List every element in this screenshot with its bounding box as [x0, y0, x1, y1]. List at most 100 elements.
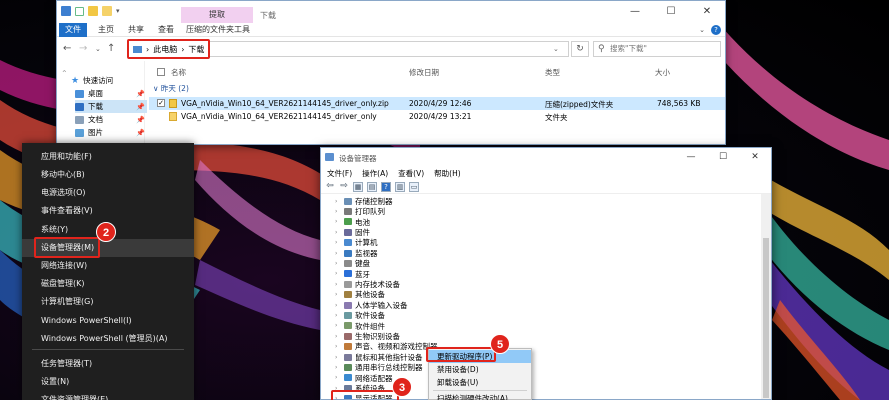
- tree-item[interactable]: › 打印队列: [335, 206, 385, 216]
- expand-chevron-icon[interactable]: ›: [335, 333, 341, 340]
- tree-item[interactable]: › 监视器: [335, 248, 378, 258]
- row-checkbox[interactable]: ✓: [157, 99, 165, 107]
- menu-item-disk-management[interactable]: 磁盘管理(K): [22, 275, 194, 293]
- show-hide-console-tree-icon[interactable]: ▦: [353, 181, 363, 192]
- expand-chevron-icon[interactable]: ›: [335, 260, 341, 267]
- back-arrow-icon[interactable]: ⇦: [325, 181, 335, 192]
- recent-dropdown-icon[interactable]: ⌄: [95, 45, 101, 53]
- nav-desktop[interactable]: 桌面 📌: [75, 87, 147, 100]
- tree-item[interactable]: › 网络适配器: [335, 373, 393, 383]
- expand-chevron-icon[interactable]: ›: [335, 208, 341, 215]
- tree-item[interactable]: › 鼠标和其他指针设备: [335, 352, 423, 362]
- tab-compressed-folder-tools[interactable]: 压缩的文件夹工具: [185, 23, 251, 37]
- menu-view[interactable]: 查看(V): [398, 168, 424, 179]
- expand-chevron-icon[interactable]: ›: [335, 270, 341, 277]
- search-input[interactable]: ⚲ 搜索"下载": [593, 41, 721, 57]
- table-row[interactable]: ✓ VGA_nVidia_Win10_64_VER2621144145_driv…: [149, 97, 725, 110]
- expand-chevron-icon[interactable]: ›: [335, 250, 341, 257]
- address-dropdown-icon[interactable]: ⌄: [553, 45, 559, 53]
- menu-item-file-explorer[interactable]: 文件资源管理器(E): [22, 391, 194, 400]
- tab-file[interactable]: 文件: [59, 23, 87, 37]
- view-details-icon[interactable]: ▥: [395, 181, 405, 192]
- menu-item-powershell[interactable]: Windows PowerShell(I): [22, 312, 194, 330]
- close-button[interactable]: ✕: [739, 148, 771, 166]
- tab-share[interactable]: 共享: [125, 23, 147, 37]
- breadcrumb[interactable]: › 此电脑 › 下载: [127, 39, 211, 59]
- extract-context-tab[interactable]: 提取: [181, 7, 253, 23]
- tree-item[interactable]: › 内存技术设备: [335, 279, 400, 289]
- menu-help[interactable]: 帮助(H): [434, 168, 461, 179]
- column-size[interactable]: 大小: [655, 67, 670, 78]
- scrollbar-thumb[interactable]: [763, 238, 769, 398]
- table-row[interactable]: VGA_nVidia_Win10_64_VER2621144145_driver…: [149, 110, 725, 123]
- back-arrow-icon[interactable]: ←: [63, 43, 71, 54]
- expand-chevron-icon[interactable]: ›: [335, 281, 341, 288]
- new-folder-icon[interactable]: [88, 6, 98, 16]
- menu-item-event-viewer[interactable]: 事件查看器(V): [22, 202, 194, 220]
- minimize-button[interactable]: —: [675, 148, 707, 166]
- tree-item[interactable]: › 软件设备: [335, 310, 385, 320]
- tree-item[interactable]: › 生物识别设备: [335, 331, 400, 341]
- nav-quick-access[interactable]: ★ 快速访问: [71, 74, 143, 87]
- menu-item-computer-management[interactable]: 计算机管理(G): [22, 293, 194, 311]
- menu-file[interactable]: 文件(F): [327, 168, 352, 179]
- menu-item-disable-device[interactable]: 禁用设备(D): [429, 363, 531, 376]
- tree-item[interactable]: › 固件: [335, 227, 370, 237]
- menu-item-uninstall-device[interactable]: 卸载设备(U): [429, 376, 531, 389]
- menu-item-network-connections[interactable]: 网络连接(W): [22, 257, 194, 275]
- breadcrumb-this-pc[interactable]: 此电脑: [153, 44, 177, 55]
- tab-view[interactable]: 查看: [155, 23, 177, 37]
- menu-item-apps-features[interactable]: 应用和功能(F): [22, 148, 194, 166]
- menu-action[interactable]: 操作(A): [362, 168, 388, 179]
- close-button[interactable]: ✕: [689, 1, 725, 23]
- expand-chevron-icon[interactable]: ›: [335, 302, 341, 309]
- tree-item[interactable]: › 通用串行总线控制器: [335, 362, 423, 372]
- column-name[interactable]: 名称: [171, 67, 186, 78]
- properties-icon[interactable]: ▤: [367, 181, 377, 192]
- tree-item[interactable]: › 蓝牙: [335, 269, 370, 279]
- maximize-button[interactable]: ☐: [653, 1, 689, 23]
- help-icon[interactable]: ?: [711, 25, 721, 35]
- tree-item[interactable]: › 存储控制器: [335, 196, 393, 206]
- quick-access-toolbar-icon[interactable]: [61, 6, 71, 16]
- forward-arrow-icon[interactable]: →: [79, 43, 87, 54]
- expand-chevron-icon[interactable]: ›: [335, 218, 341, 225]
- nav-downloads[interactable]: 下载 📌: [75, 100, 147, 113]
- tree-item[interactable]: › 键盘: [335, 258, 370, 268]
- tree-item[interactable]: › 其他设备: [335, 290, 385, 300]
- up-arrow-icon[interactable]: ↑: [107, 43, 115, 54]
- expand-ribbon-icon[interactable]: ⌄: [699, 26, 705, 34]
- tree-item[interactable]: › 电池: [335, 217, 370, 227]
- tab-home[interactable]: 主页: [95, 23, 117, 37]
- tree-item[interactable]: › 计算机: [335, 238, 378, 248]
- tree-item[interactable]: › 软件组件: [335, 321, 385, 331]
- properties-icon[interactable]: [75, 6, 84, 16]
- expand-chevron-icon[interactable]: ›: [335, 291, 341, 298]
- menu-item-powershell-admin[interactable]: Windows PowerShell (管理员)(A): [22, 330, 194, 348]
- menu-item-mobility-center[interactable]: 移动中心(B): [22, 166, 194, 184]
- tree-item[interactable]: › 人体学输入设备: [335, 300, 408, 310]
- column-type[interactable]: 类型: [545, 67, 560, 78]
- expand-chevron-icon[interactable]: ›: [335, 239, 341, 246]
- refresh-button[interactable]: ↻: [571, 41, 589, 57]
- column-modified[interactable]: 修改日期: [409, 67, 439, 78]
- expand-chevron-icon[interactable]: ›: [335, 343, 341, 350]
- monitor-icon[interactable]: ▭: [409, 181, 419, 192]
- maximize-button[interactable]: ☐: [707, 148, 739, 166]
- menu-item-power-options[interactable]: 电源选项(O): [22, 184, 194, 202]
- menu-item-task-manager[interactable]: 任务管理器(T): [22, 355, 194, 373]
- minimize-button[interactable]: —: [617, 1, 653, 23]
- expand-chevron-icon[interactable]: ›: [335, 229, 341, 236]
- expand-chevron-icon[interactable]: ›: [335, 198, 341, 205]
- help-icon[interactable]: ?: [381, 181, 391, 192]
- menu-item-scan-hardware-changes[interactable]: 扫描检测硬件改动(A): [429, 392, 531, 400]
- expand-chevron-icon[interactable]: ›: [335, 364, 341, 371]
- scroll-up-icon[interactable]: ⌃: [61, 69, 68, 78]
- nav-documents[interactable]: 文档 📌: [75, 113, 147, 126]
- breadcrumb-downloads[interactable]: 下载: [188, 44, 204, 55]
- expand-chevron-icon[interactable]: ›: [335, 312, 341, 319]
- group-header[interactable]: ∨ 昨天 (2): [153, 83, 189, 94]
- forward-arrow-icon[interactable]: ⇨: [339, 181, 349, 192]
- expand-chevron-icon[interactable]: ›: [335, 322, 341, 329]
- expand-chevron-icon[interactable]: ›: [335, 354, 341, 361]
